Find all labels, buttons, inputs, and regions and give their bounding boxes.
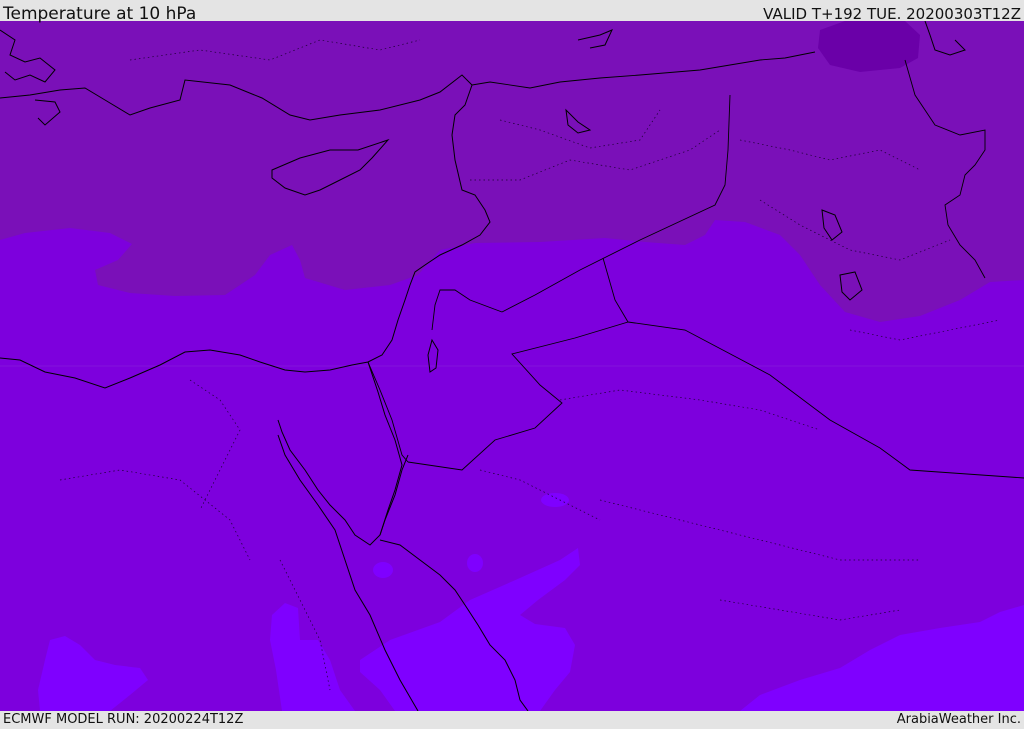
model-run-label: ECMWF MODEL RUN: 20200224T12Z — [3, 712, 244, 727]
cool-patch — [467, 554, 483, 572]
footer-bar: ECMWF MODEL RUN: 20200224T12Z ArabiaWeat… — [0, 711, 1024, 729]
cool-patch — [541, 493, 569, 507]
cold-spot — [818, 21, 920, 72]
cool-patch — [373, 562, 393, 578]
valid-time: VALID T+192 TUE. 20200303T12Z — [763, 5, 1021, 23]
temperature-map — [0, 21, 1024, 711]
header-bar: Temperature at 10 hPa VALID T+192 TUE. 2… — [0, 0, 1024, 24]
credit-label: ArabiaWeather Inc. — [896, 712, 1021, 727]
map-title: Temperature at 10 hPa — [3, 4, 197, 24]
